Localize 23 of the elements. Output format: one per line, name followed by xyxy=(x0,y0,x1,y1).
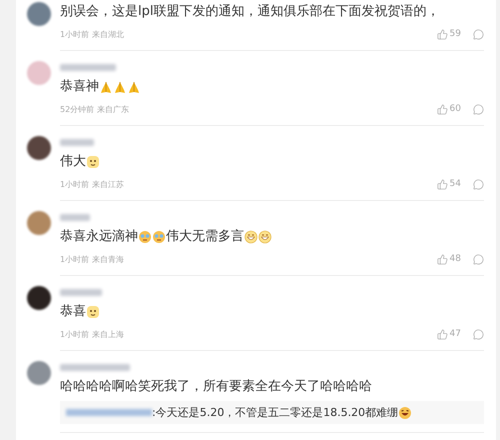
comment-time: 1小时前 xyxy=(60,178,90,190)
comment-text: :今天还是5.20，不管是五二零还是18.5.20都难绷 xyxy=(152,405,398,420)
like-button[interactable]: 60 xyxy=(436,104,461,114)
like-button[interactable]: 54 xyxy=(436,178,461,190)
comment-text: 恭喜 xyxy=(60,303,86,321)
comment-time: 1小时前 xyxy=(60,28,90,40)
comment-location: 来自广东 xyxy=(97,104,130,114)
comment-text: 哈哈哈哈啊哈笑死我了，所有要素全在今天了哈哈哈哈 xyxy=(60,378,372,396)
comment-text: 伟大 xyxy=(60,153,86,171)
comment-location: 来自湖北 xyxy=(92,28,124,40)
comment-text: 恭喜永远滴神 xyxy=(60,228,138,246)
comment-time: 1小时前 xyxy=(60,254,90,264)
comment-location: 来自上海 xyxy=(92,328,124,340)
comment-time: 52分钟前 xyxy=(60,104,94,114)
like-button[interactable]: 59 xyxy=(436,28,461,40)
like-button[interactable]: 48 xyxy=(436,254,461,264)
comment-location: 来自青海 xyxy=(92,254,124,264)
comment-time: 1小时前 xyxy=(60,328,90,340)
comment-text: 别误会，这是lpl联盟下发的通知，通知俱乐部在下面发祝贺语的， xyxy=(60,3,440,21)
comment-text: 伟大无需多言 xyxy=(166,228,244,246)
comment-location: 来自江苏 xyxy=(92,178,124,190)
comment-text: 恭喜神 xyxy=(60,78,99,96)
like-button[interactable]: 47 xyxy=(436,328,461,340)
